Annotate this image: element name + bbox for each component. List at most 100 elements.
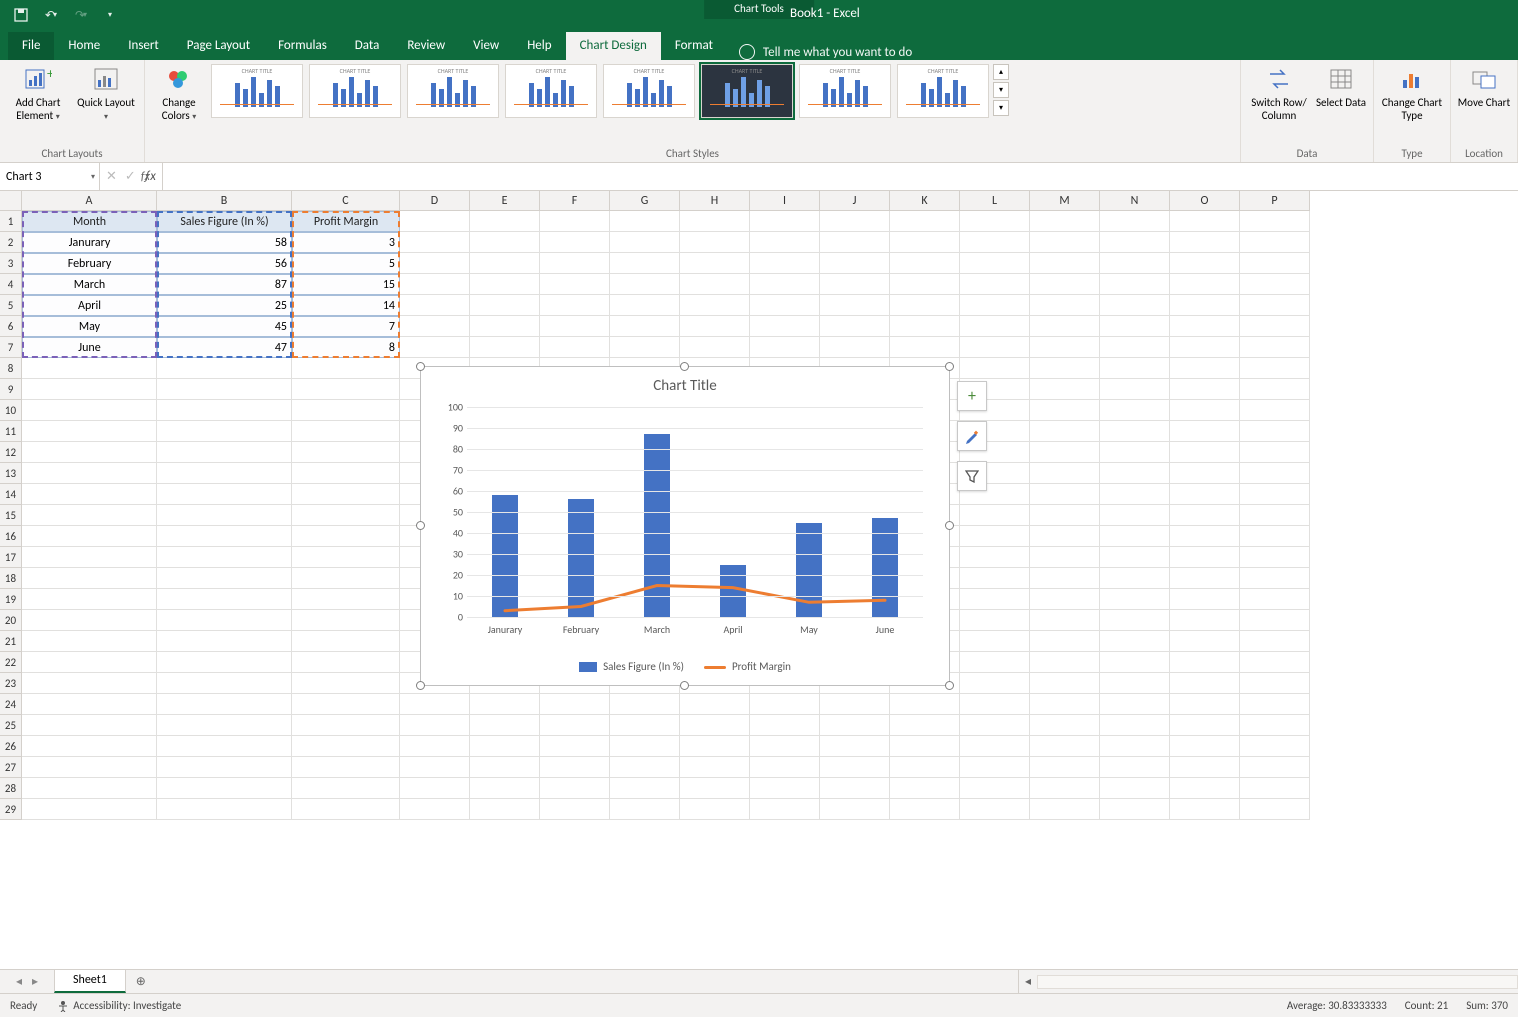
cell[interactable] <box>292 400 400 421</box>
cell[interactable] <box>1100 232 1170 253</box>
cell[interactable] <box>470 694 540 715</box>
worksheet-grid[interactable]: ABCDEFGHIJKLMNOP 12345678910111213141516… <box>0 191 1518 969</box>
cell[interactable] <box>1240 316 1310 337</box>
cell[interactable] <box>157 442 292 463</box>
cell[interactable] <box>22 715 157 736</box>
cell[interactable] <box>22 400 157 421</box>
cell[interactable] <box>890 736 960 757</box>
cell[interactable] <box>820 736 890 757</box>
cell[interactable] <box>1240 736 1310 757</box>
cell[interactable] <box>750 295 820 316</box>
cell[interactable] <box>1030 694 1100 715</box>
cell[interactable] <box>1240 652 1310 673</box>
row-header[interactable]: 3 <box>0 253 22 274</box>
cell[interactable]: Month <box>22 211 157 232</box>
cell[interactable] <box>750 778 820 799</box>
cell[interactable] <box>1100 568 1170 589</box>
cell[interactable] <box>22 484 157 505</box>
cell[interactable] <box>540 757 610 778</box>
row-header[interactable]: 13 <box>0 463 22 484</box>
tab-file[interactable]: File <box>8 32 54 60</box>
cell[interactable] <box>1170 610 1240 631</box>
cell[interactable] <box>680 757 750 778</box>
save-button[interactable] <box>10 4 32 26</box>
cell[interactable] <box>157 610 292 631</box>
cell[interactable] <box>680 778 750 799</box>
cell[interactable] <box>1170 505 1240 526</box>
cell[interactable] <box>1100 526 1170 547</box>
cell[interactable] <box>22 589 157 610</box>
cell[interactable] <box>680 211 750 232</box>
cell[interactable] <box>890 799 960 820</box>
cell[interactable]: Sales Figure (In %) <box>157 211 292 232</box>
cell[interactable] <box>540 715 610 736</box>
cell[interactable] <box>292 463 400 484</box>
cell[interactable] <box>540 316 610 337</box>
cell[interactable] <box>1100 547 1170 568</box>
cell[interactable] <box>1030 568 1100 589</box>
cell[interactable] <box>1170 211 1240 232</box>
cell[interactable] <box>1170 484 1240 505</box>
resize-handle[interactable] <box>680 362 689 371</box>
cell[interactable] <box>1030 589 1100 610</box>
cell[interactable] <box>292 547 400 568</box>
cell[interactable] <box>292 715 400 736</box>
cell[interactable] <box>1100 442 1170 463</box>
cell[interactable] <box>1170 673 1240 694</box>
row-header[interactable]: 19 <box>0 589 22 610</box>
cell[interactable] <box>157 757 292 778</box>
cell[interactable] <box>1100 799 1170 820</box>
chart-elements-button[interactable]: + <box>957 381 987 411</box>
cell[interactable] <box>292 799 400 820</box>
cell[interactable] <box>680 316 750 337</box>
cell[interactable] <box>1100 673 1170 694</box>
cell[interactable] <box>960 568 1030 589</box>
cell[interactable] <box>960 673 1030 694</box>
cell[interactable] <box>960 652 1030 673</box>
cell[interactable] <box>890 274 960 295</box>
cell[interactable] <box>1170 568 1240 589</box>
cell[interactable] <box>1240 673 1310 694</box>
horizontal-scrollbar[interactable]: ◂ <box>1018 970 1518 993</box>
row-header[interactable]: 7 <box>0 337 22 358</box>
cell[interactable] <box>750 757 820 778</box>
cell[interactable] <box>750 799 820 820</box>
cell[interactable] <box>470 253 540 274</box>
select-data-button[interactable]: Select Data <box>1315 64 1367 109</box>
row-header[interactable]: 23 <box>0 673 22 694</box>
row-header[interactable]: 10 <box>0 400 22 421</box>
cell[interactable] <box>1030 652 1100 673</box>
cell[interactable] <box>470 799 540 820</box>
cell[interactable] <box>750 715 820 736</box>
cell[interactable] <box>680 295 750 316</box>
cell[interactable] <box>400 736 470 757</box>
cell[interactable] <box>1240 526 1310 547</box>
row-header[interactable]: 4 <box>0 274 22 295</box>
cell[interactable] <box>960 232 1030 253</box>
cell[interactable] <box>157 631 292 652</box>
cell[interactable] <box>1240 589 1310 610</box>
column-header[interactable]: C <box>292 191 400 211</box>
cell[interactable] <box>400 316 470 337</box>
cell[interactable] <box>1030 358 1100 379</box>
cell[interactable] <box>820 715 890 736</box>
embedded-chart[interactable]: Chart Title 0102030405060708090100 Janur… <box>420 366 950 686</box>
tab-view[interactable]: View <box>459 32 513 60</box>
cell[interactable] <box>820 337 890 358</box>
cell[interactable] <box>470 736 540 757</box>
cell[interactable] <box>680 253 750 274</box>
tab-data[interactable]: Data <box>341 32 394 60</box>
cell[interactable] <box>1170 799 1240 820</box>
tab-home[interactable]: Home <box>54 32 114 60</box>
cell[interactable] <box>1170 232 1240 253</box>
name-box[interactable]: Chart 3▾ <box>0 163 100 190</box>
cell[interactable] <box>960 799 1030 820</box>
switch-row-column-button[interactable]: Switch Row/ Column <box>1247 64 1311 122</box>
chart-style-thumb[interactable]: CHART TITLE <box>603 64 695 118</box>
cell[interactable] <box>470 715 540 736</box>
change-colors-button[interactable]: Change Colors ▾ <box>151 64 207 123</box>
column-header[interactable]: F <box>540 191 610 211</box>
cell[interactable] <box>22 379 157 400</box>
cell[interactable] <box>292 778 400 799</box>
cell[interactable] <box>22 694 157 715</box>
